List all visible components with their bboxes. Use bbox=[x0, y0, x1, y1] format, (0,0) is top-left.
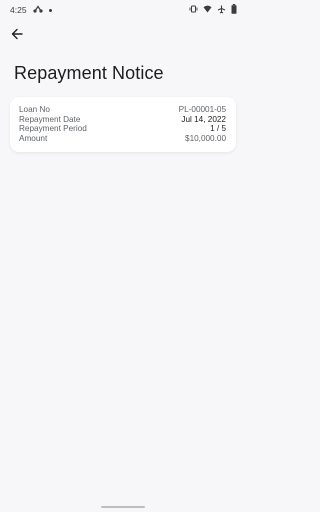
page-title: Repayment Notice bbox=[14, 63, 164, 83]
detail-value: 1 / 5 bbox=[210, 124, 226, 134]
home-indicator[interactable] bbox=[101, 506, 145, 508]
screen: 4:25 Repayment Notice Loan No PL-00001-0… bbox=[0, 0, 246, 512]
status-right bbox=[184, 4, 237, 16]
detail-value: PL-00001-05 bbox=[178, 105, 226, 114]
detail-value: Jul 14, 2022 bbox=[181, 114, 226, 124]
wifi-icon bbox=[203, 5, 212, 15]
status-left: 4:25 bbox=[10, 5, 58, 15]
status-bar: 4:25 bbox=[0, 0, 246, 20]
airplane-icon bbox=[217, 5, 226, 16]
detail-row-loan-no: Loan No PL-00001-05 bbox=[19, 105, 226, 115]
notification-icon bbox=[32, 5, 43, 15]
vibrate-icon bbox=[189, 5, 198, 15]
dot-icon bbox=[48, 8, 52, 12]
detail-label: Amount bbox=[19, 133, 48, 143]
detail-row-repayment-date: Repayment Date Jul 14, 2022 bbox=[19, 115, 226, 125]
detail-row-repayment-period: Repayment Period 1 / 5 bbox=[19, 124, 226, 134]
detail-label: Loan No bbox=[19, 105, 50, 114]
detail-label: Repayment Period bbox=[19, 124, 87, 134]
arrow-left-icon bbox=[11, 27, 23, 45]
back-button[interactable] bbox=[6, 25, 28, 47]
top-app-bar bbox=[0, 24, 246, 50]
repayment-details-card: Loan No PL-00001-05 Repayment Date Jul 1… bbox=[10, 97, 236, 152]
battery-icon bbox=[231, 4, 237, 16]
status-time: 4:25 bbox=[10, 5, 27, 15]
detail-value: $10,000.00 bbox=[185, 133, 226, 143]
detail-label: Repayment Date bbox=[19, 114, 81, 124]
detail-row-amount: Amount $10,000.00 bbox=[19, 134, 226, 144]
